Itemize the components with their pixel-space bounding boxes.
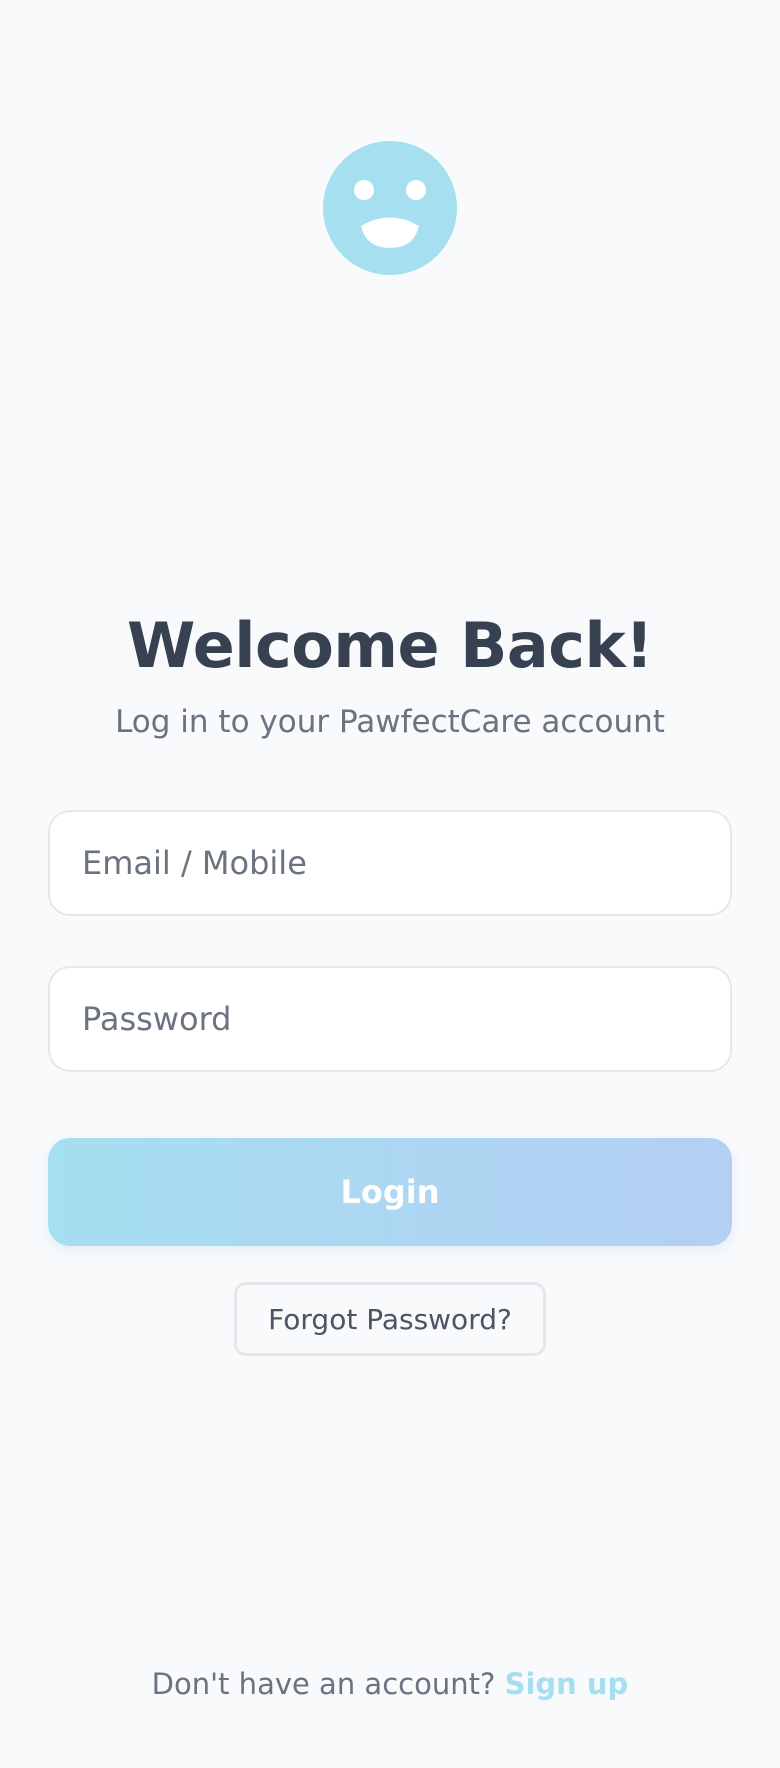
login-button[interactable]: Login — [48, 1138, 732, 1246]
logo-smiley-icon — [323, 141, 457, 275]
page-title: Welcome Back! — [127, 609, 653, 682]
signup-prompt: Don't have an account? Sign up — [0, 1664, 780, 1704]
signup-link[interactable]: Sign up — [505, 1667, 629, 1701]
email-mobile-input[interactable] — [48, 810, 732, 916]
smiley-face-icon — [323, 141, 457, 275]
forgot-password-button[interactable]: Forgot Password? — [234, 1282, 546, 1356]
page-subtitle: Log in to your PawfectCare account — [115, 704, 665, 740]
password-input[interactable] — [48, 966, 732, 1072]
signup-prompt-text: Don't have an account? — [151, 1667, 496, 1701]
